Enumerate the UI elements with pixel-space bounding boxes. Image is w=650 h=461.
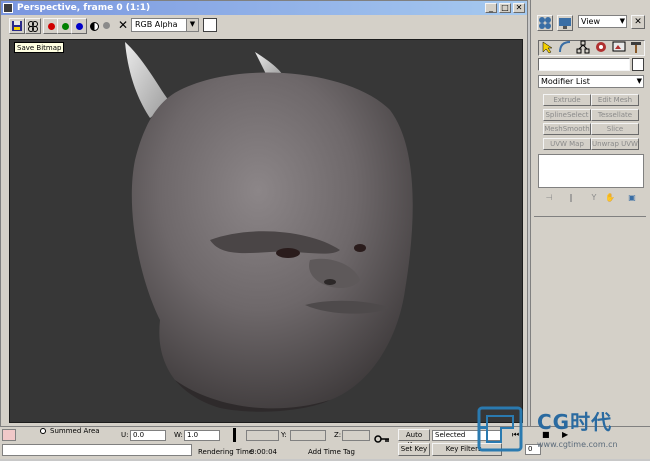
configure-sets-icon[interactable]: ▣ (626, 193, 638, 203)
gray-dot-icon (103, 22, 110, 29)
creature-head-render (125, 42, 413, 412)
frame-toolbar: ✕ (3, 17, 525, 37)
close-icon: ✕ (117, 18, 129, 32)
view-select-value: View (581, 17, 600, 26)
color-indicator (2, 429, 16, 441)
modifier-button[interactable]: Extrude (543, 94, 591, 106)
object-color-swatch[interactable] (632, 58, 644, 71)
z-field[interactable] (342, 430, 370, 441)
red-dot-icon (48, 23, 55, 30)
auto-key-button[interactable]: Auto Key (398, 429, 430, 449)
cg-time-watermark: CG时代 www.cgtime.com.cn (475, 402, 650, 459)
remove-modifier-icon[interactable]: ✋ (604, 193, 616, 203)
modifier-button[interactable]: MeshSmooth (543, 123, 591, 135)
tab-display[interactable] (612, 40, 628, 56)
w-field[interactable]: 1.0 (184, 430, 220, 441)
tab-utilities[interactable] (629, 40, 645, 56)
curve-icon (559, 41, 571, 53)
motion-icon (596, 42, 606, 52)
script-listener-field[interactable] (2, 444, 192, 456)
right-eye (354, 244, 366, 252)
rendering-time-label: Rendering Time (198, 448, 254, 456)
modifier-list-select[interactable]: Modifier List ▼ (538, 75, 644, 88)
chevron-down-icon: ▼ (636, 77, 642, 85)
close-button[interactable]: ✕ (513, 3, 525, 13)
hierarchy-icon (576, 40, 590, 54)
tab-hierarchy[interactable] (576, 40, 592, 56)
key-icon[interactable] (374, 434, 390, 446)
rendering-time-value: 0:00:04 (250, 448, 277, 456)
chevron-down-icon: ▼ (186, 19, 198, 31)
close-panel-button[interactable]: ✕ (631, 15, 645, 29)
hammer-icon (631, 42, 641, 53)
clear-button[interactable]: ✕ (115, 18, 131, 34)
window-title: Perspective, frame 0 (1:1) (1, 1, 527, 15)
w-label: W: (174, 431, 183, 439)
render-frame-window: Perspective, frame 0 (1:1) _ □ ✕ ✕ RGB A… (0, 0, 528, 432)
channel-select[interactable]: RGB Alpha ▼ (131, 18, 199, 32)
object-name-field[interactable] (538, 58, 630, 71)
selection-lock-icon[interactable] (233, 428, 236, 442)
add-time-tag-button[interactable]: Add Time Tag (308, 447, 355, 457)
display-tab[interactable] (557, 15, 573, 31)
half-circle-icon (90, 22, 99, 31)
chevron-down-icon: ▼ (619, 17, 625, 25)
blue-dot-icon (76, 23, 83, 30)
nostril (324, 279, 336, 285)
tab-modify[interactable] (558, 40, 574, 56)
u-field[interactable]: 0.0 (130, 430, 166, 441)
monitor-icon (559, 18, 571, 29)
pin-stack-icon[interactable]: ⊣ (543, 193, 555, 203)
summed-area-label: Summed Area (50, 427, 100, 435)
summed-area-radio[interactable] (40, 428, 46, 434)
clone-window-button[interactable] (25, 18, 41, 34)
arrow-cursor-icon (542, 41, 553, 54)
make-unique-icon[interactable]: Y (588, 193, 600, 203)
watermark-url: www.cgtime.com.cn (537, 440, 618, 449)
blue-channel-toggle[interactable] (71, 18, 87, 34)
set-key-button[interactable]: Set Key (398, 443, 430, 456)
channel-select-value: RGB Alpha (135, 20, 178, 29)
render-viewport: Save Bitmap (9, 39, 523, 423)
modifier-button[interactable]: SplineSelect (543, 109, 591, 121)
left-eye (276, 248, 300, 258)
x-field[interactable] (246, 430, 279, 441)
close-icon: ✕ (634, 17, 642, 27)
save-bitmap-button[interactable] (9, 18, 25, 34)
panel-empty-area (534, 216, 646, 428)
display-icon (612, 41, 626, 52)
monochrome-toggle[interactable] (99, 18, 115, 34)
green-dot-icon (62, 23, 69, 30)
modifier-stack[interactable] (538, 154, 644, 188)
tab-motion[interactable] (594, 40, 610, 56)
tab-create[interactable] (540, 40, 556, 56)
modifier-button[interactable]: Unwrap UVW (591, 138, 639, 150)
modifier-button[interactable]: Edit Mesh (591, 94, 639, 106)
modifier-button[interactable]: UVW Map (543, 138, 591, 150)
app-icon (3, 3, 13, 13)
z-label: Z: (334, 431, 342, 439)
minimize-button[interactable]: _ (485, 3, 497, 13)
save-bitmap-tooltip: Save Bitmap (14, 42, 65, 53)
u-label: U: (121, 431, 129, 439)
create-tab[interactable] (537, 15, 553, 31)
save-icon (12, 21, 22, 31)
modifier-button[interactable]: Tessellate (591, 109, 639, 121)
modifier-list-value: Modifier List (541, 77, 590, 86)
y-label: Y: (281, 431, 287, 439)
watermark-brand: CG时代 (537, 410, 613, 434)
modifier-button[interactable]: Slice (591, 123, 639, 135)
key-mode-value: Selected (435, 431, 466, 439)
y-field[interactable] (290, 430, 326, 441)
spheres-icon (539, 17, 551, 29)
show-end-result-icon[interactable]: ‖ (565, 193, 577, 203)
view-select[interactable]: View ▼ (578, 15, 627, 28)
maximize-button[interactable]: □ (499, 3, 511, 13)
clone-icon (28, 21, 38, 32)
background-color-swatch[interactable] (203, 18, 217, 32)
